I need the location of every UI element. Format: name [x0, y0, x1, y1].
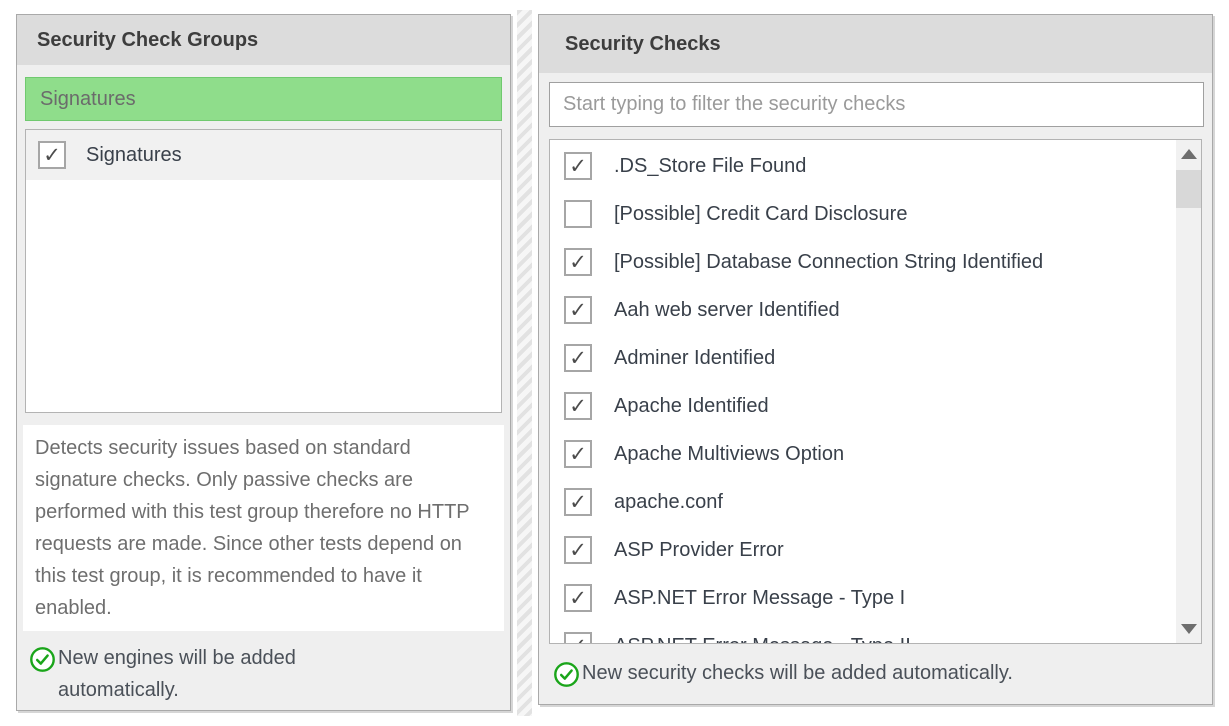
engines-note-text: New engines will be added automatically.: [58, 642, 388, 706]
scrollbar-thumb[interactable]: [1176, 170, 1201, 208]
security-check-checkbox[interactable]: ✓: [564, 344, 592, 372]
group-description: Detects security issues based on standar…: [23, 425, 504, 631]
security-check-label: [Possible] Credit Card Disclosure: [614, 203, 907, 226]
security-check-row[interactable]: ✓ Apache Multiviews Option: [550, 430, 1175, 478]
checks-scrollbar[interactable]: [1176, 140, 1201, 643]
security-check-row[interactable]: ✓ [Possible] Database Connection String …: [550, 238, 1175, 286]
filter-checks-input[interactable]: [549, 82, 1204, 127]
group-checkbox[interactable]: ✓: [38, 141, 66, 169]
scroll-down-button[interactable]: [1176, 615, 1201, 643]
selected-group-label: Signatures: [40, 88, 136, 111]
scroll-down-icon: [1181, 624, 1197, 634]
security-check-row[interactable]: ✓ ASP.NET Error Message - Type I: [550, 574, 1175, 622]
security-check-row[interactable]: ✓ Apache Identified: [550, 382, 1175, 430]
security-check-label: Apache Identified: [614, 395, 769, 418]
scroll-up-button[interactable]: [1176, 140, 1201, 168]
panel-splitter[interactable]: [517, 10, 532, 716]
security-check-checkbox[interactable]: ✓: [564, 152, 592, 180]
security-check-label: ASP.NET Error Message - Type II: [614, 635, 911, 645]
checks-note-text: New security checks will be added automa…: [582, 657, 1013, 689]
security-check-checkbox[interactable]: ✓: [564, 536, 592, 564]
green-check-circle-icon: [29, 646, 56, 673]
security-check-row[interactable]: ✓ apache.conf: [550, 478, 1175, 526]
security-check-checkbox[interactable]: ✓: [564, 392, 592, 420]
security-check-label: [Possible] Database Connection String Id…: [614, 251, 1043, 274]
security-checks-rows: ✓ .DS_Store File Found [Possible] Credit…: [550, 142, 1175, 644]
security-check-checkbox[interactable]: ✓: [564, 440, 592, 468]
security-checks-panel: Security Checks ✓ .DS_Store File Found […: [538, 14, 1213, 705]
security-check-checkbox[interactable]: ✓: [564, 248, 592, 276]
selected-group-row[interactable]: Signatures: [25, 77, 502, 121]
green-check-circle-icon: [553, 661, 580, 688]
group-row-label: Signatures: [86, 144, 182, 167]
security-check-label: .DS_Store File Found: [614, 155, 806, 178]
security-check-row[interactable]: ✓ ASP Provider Error: [550, 526, 1175, 574]
security-check-label: Adminer Identified: [614, 347, 775, 370]
security-check-checkbox[interactable]: ✓: [564, 296, 592, 324]
security-check-row[interactable]: ✓ ASP.NET Error Message - Type II: [550, 622, 1175, 644]
security-check-row[interactable]: ✓ Aah web server Identified: [550, 286, 1175, 334]
security-check-checkbox[interactable]: ✓: [564, 488, 592, 516]
security-check-groups-panel: Security Check Groups Signatures ✓ Signa…: [16, 14, 511, 711]
security-check-row[interactable]: ✓ .DS_Store File Found: [550, 142, 1175, 190]
scroll-up-icon: [1181, 149, 1197, 159]
security-check-label: ASP Provider Error: [614, 539, 784, 562]
security-check-label: apache.conf: [614, 491, 723, 514]
security-checks-list: ✓ .DS_Store File Found [Possible] Credit…: [549, 139, 1202, 644]
security-check-checkbox[interactable]: ✓: [564, 632, 592, 644]
security-check-label: Aah web server Identified: [614, 299, 840, 322]
checks-note: New security checks will be added automa…: [539, 644, 1212, 689]
security-check-checkbox[interactable]: ✓: [564, 584, 592, 612]
engines-note: New engines will be added automatically.: [17, 631, 510, 706]
security-check-row[interactable]: ✓ Adminer Identified: [550, 334, 1175, 382]
security-check-label: Apache Multiviews Option: [614, 443, 844, 466]
settings-dialog: Security Check Groups Signatures ✓ Signa…: [0, 0, 1229, 726]
security-checks-title: Security Checks: [539, 15, 1212, 73]
security-check-checkbox[interactable]: [564, 200, 592, 228]
group-row[interactable]: ✓ Signatures: [26, 130, 501, 180]
group-list: ✓ Signatures: [25, 129, 502, 413]
security-check-groups-title: Security Check Groups: [17, 15, 510, 65]
security-check-row[interactable]: [Possible] Credit Card Disclosure: [550, 190, 1175, 238]
security-check-label: ASP.NET Error Message - Type I: [614, 587, 905, 610]
